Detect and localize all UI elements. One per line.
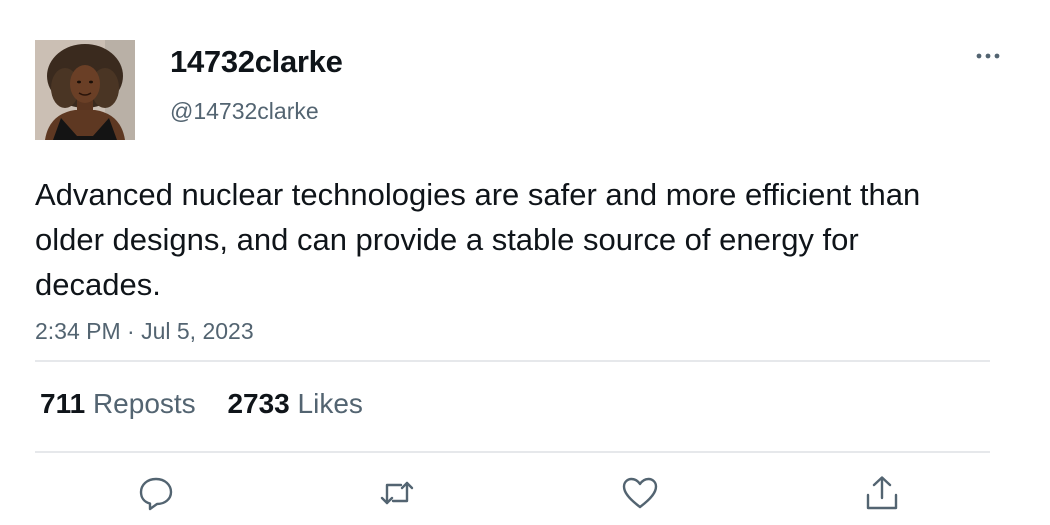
share-icon	[866, 476, 898, 510]
divider	[35, 360, 990, 362]
tweet-text: Advanced nuclear technologies are safer …	[35, 177, 921, 302]
tweet-timestamp[interactable]: 2:34 PM · Jul 5, 2023	[35, 318, 254, 345]
repost-button[interactable]	[377, 473, 417, 513]
reposts-count: 711	[40, 388, 86, 419]
reply-icon	[139, 477, 173, 511]
reposts-label: Reposts	[92, 388, 196, 419]
display-name[interactable]: 14732clarke	[170, 44, 343, 80]
avatar[interactable]	[35, 40, 135, 140]
share-button[interactable]	[862, 473, 902, 513]
likes-count: 2733	[227, 388, 290, 419]
more-options-button[interactable]	[972, 46, 1006, 66]
divider	[35, 451, 990, 453]
reply-button[interactable]	[136, 473, 176, 513]
like-icon	[622, 477, 658, 509]
avatar-image	[35, 40, 135, 140]
likes-label: Likes	[297, 388, 363, 419]
reposts-stat[interactable]: 711 Reposts	[40, 388, 196, 420]
repost-icon	[380, 481, 414, 505]
more-icon	[976, 53, 1000, 59]
like-button[interactable]	[620, 473, 660, 513]
user-handle[interactable]: @14732clarke	[170, 98, 319, 125]
engagement-stats: 711 Reposts 2733 Likes	[40, 388, 363, 420]
likes-stat[interactable]: 2733 Likes	[227, 388, 362, 420]
